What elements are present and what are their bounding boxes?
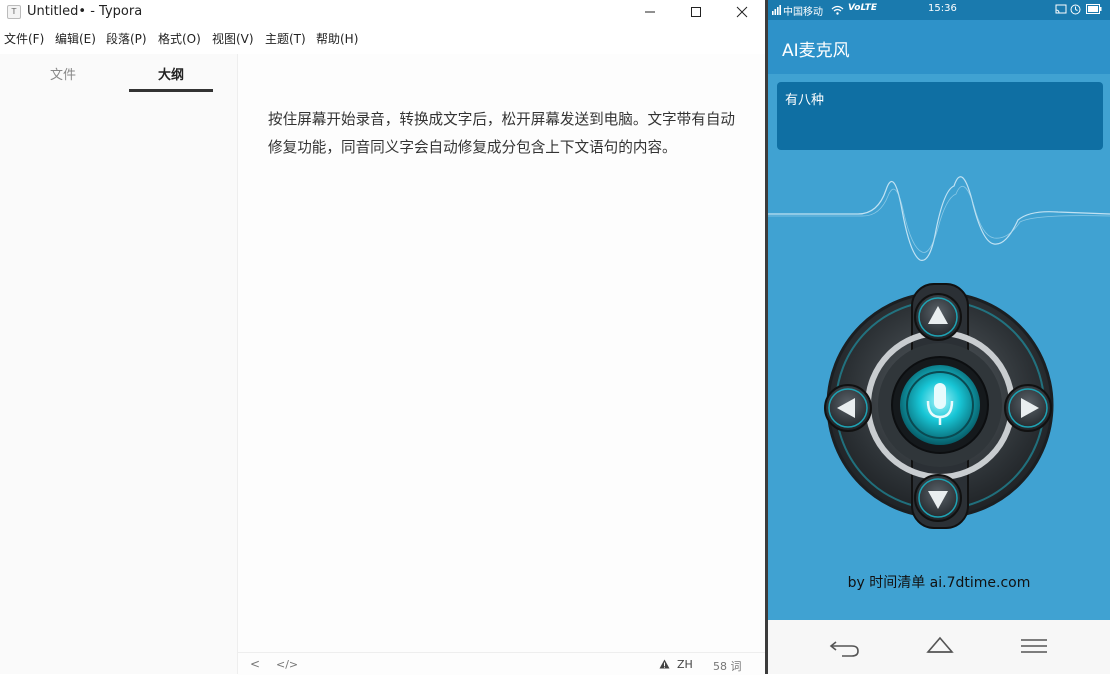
arrow-right-button[interactable] <box>1003 383 1053 433</box>
home-icon <box>926 636 954 653</box>
menu-button[interactable] <box>1013 632 1053 660</box>
source-code-mode-button[interactable]: </> <box>276 658 298 671</box>
arrow-left-button[interactable] <box>823 383 873 433</box>
phone-clock: 15:36 <box>928 3 957 14</box>
maximize-button[interactable] <box>673 0 719 24</box>
network-type: VoLTE <box>848 3 878 13</box>
phone-status-bar: 中国移动 VoLTE 15:36 <box>768 0 1110 20</box>
arrow-right-icon <box>1004 384 1052 432</box>
menu-edit[interactable]: 编辑(E) <box>55 30 96 47</box>
app-bar: AI麦克风 <box>768 20 1110 74</box>
status-bar: < </> ZH 58 词 <box>238 652 765 675</box>
menu-icon <box>1021 639 1047 653</box>
arrow-up-icon <box>914 293 962 341</box>
menu-view[interactable]: 视图(V) <box>212 30 254 47</box>
tab-outline[interactable]: 大纲 <box>158 64 184 83</box>
minimize-icon <box>645 11 655 13</box>
toggle-sidebar-button[interactable]: < <box>250 657 260 671</box>
recognized-text: 有八种 <box>785 93 825 108</box>
signal-icon <box>772 5 781 15</box>
editor-paragraph[interactable]: 按住屏幕开始录音，转换成文字后，松开屏幕发送到电脑。文字带有自动修复功能，同音同… <box>268 106 738 162</box>
sound-waveform <box>768 176 1110 261</box>
arrow-down-button[interactable] <box>913 473 963 523</box>
home-button[interactable] <box>920 632 960 660</box>
recognized-text-box[interactable]: 有八种 <box>777 82 1103 150</box>
arrow-left-icon <box>824 384 872 432</box>
typora-app-icon: T <box>7 5 21 19</box>
arrow-up-button[interactable] <box>913 292 963 342</box>
menu-paragraph[interactable]: 段落(P) <box>106 30 147 47</box>
android-nav-bar <box>768 620 1110 674</box>
typora-window: T Untitled• - Typora 文件(F) 编辑(E) 段落(P) 格… <box>0 0 765 675</box>
active-tab-indicator <box>129 89 213 92</box>
carrier-label: 中国移动 <box>783 7 823 18</box>
back-icon <box>829 641 859 657</box>
maximize-icon <box>691 7 701 17</box>
phone-frame: 中国移动 VoLTE 15:36 AI麦克风 有八种 by 时间清单 ai.7d… <box>765 0 1110 674</box>
credit-text: by 时间清单 ai.7dtime.com <box>847 575 1031 591</box>
back-button[interactable] <box>826 632 866 660</box>
title-bar: T Untitled• - Typora <box>0 0 765 24</box>
close-icon <box>736 6 748 18</box>
warning-icon[interactable] <box>659 659 670 669</box>
menu-theme[interactable]: 主题(T) <box>265 30 306 47</box>
editor-area[interactable]: 按住屏幕开始录音，转换成文字后，松开屏幕发送到电脑。文字带有自动修复功能，同音同… <box>238 54 765 652</box>
word-count[interactable]: 58 词 <box>713 658 742 674</box>
battery-icon <box>1086 4 1102 14</box>
menu-file[interactable]: 文件(F) <box>4 30 44 47</box>
sidebar: 文件 大纲 <box>0 54 238 674</box>
cast-icon <box>1055 4 1067 14</box>
microphone-icon <box>926 383 954 425</box>
alarm-icon <box>1070 4 1081 15</box>
app-title: AI麦克风 <box>782 41 850 61</box>
window-title: Untitled• - Typora <box>27 4 143 19</box>
menu-bar: 文件(F) 编辑(E) 段落(P) 格式(O) 视图(V) 主题(T) 帮助(H… <box>0 26 765 48</box>
language-indicator[interactable]: ZH <box>677 658 693 671</box>
minimize-button[interactable] <box>627 0 673 24</box>
close-button[interactable] <box>719 0 765 24</box>
tab-files[interactable]: 文件 <box>50 64 76 83</box>
arrow-down-icon <box>914 474 962 522</box>
wifi-icon <box>831 5 844 15</box>
menu-help[interactable]: 帮助(H) <box>316 30 358 47</box>
menu-format[interactable]: 格式(O) <box>158 30 201 47</box>
phone-screen: 中国移动 VoLTE 15:36 AI麦克风 有八种 by 时间清单 ai.7d… <box>768 0 1110 674</box>
microphone-button[interactable] <box>900 365 980 445</box>
